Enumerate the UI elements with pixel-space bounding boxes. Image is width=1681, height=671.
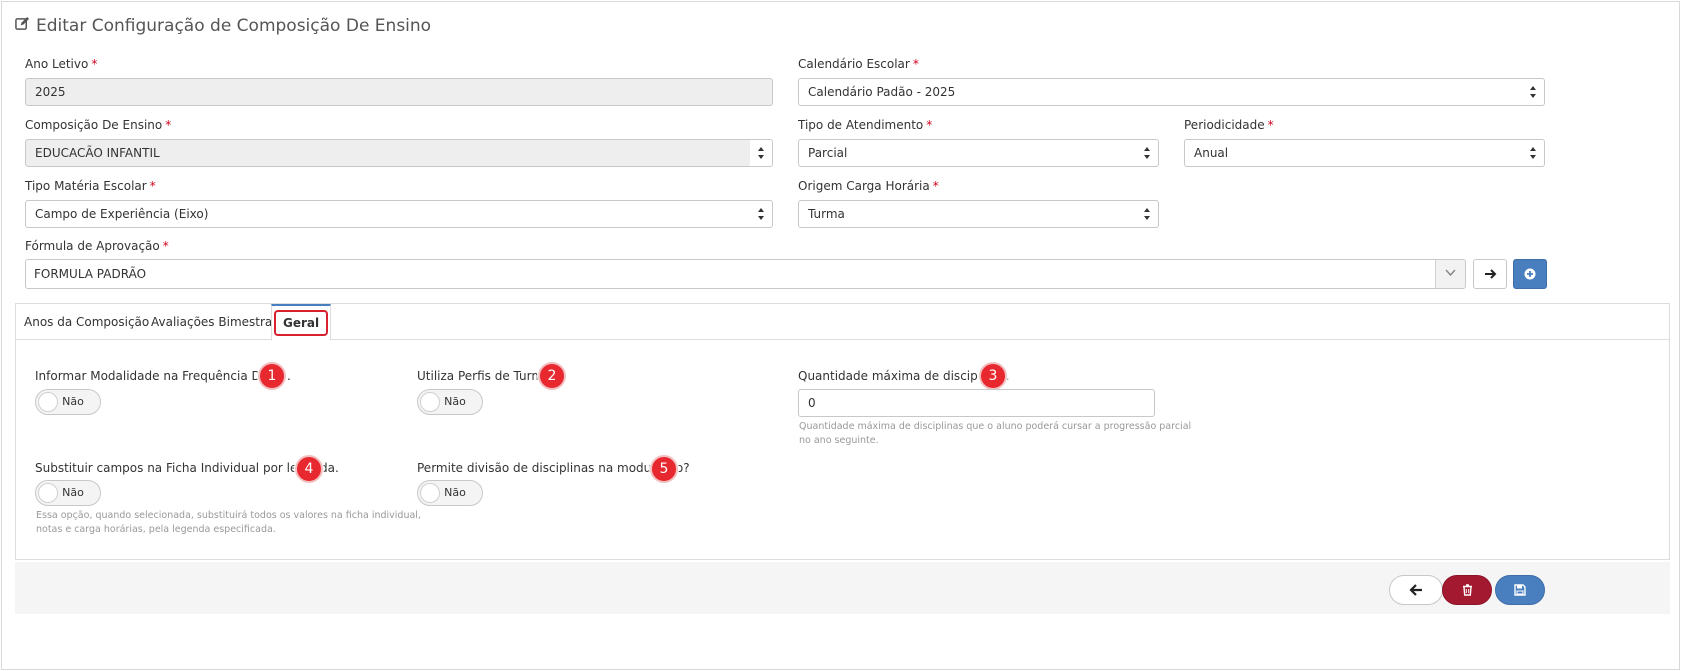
calendario-escolar-select[interactable]: Calendário Padão - 2025 — [798, 78, 1545, 106]
arrow-right-icon — [1484, 269, 1496, 279]
chevron-down-icon — [1445, 269, 1456, 277]
periodicidade-select[interactable]: Anual — [1184, 139, 1545, 167]
trash-icon — [1462, 584, 1472, 596]
save-button[interactable] — [1495, 575, 1545, 605]
tab-avaliacoes-bimestrais[interactable]: Avaliações Bimestrais — [151, 304, 282, 340]
toggle-knob — [420, 483, 440, 503]
composicao-ensino-label: Composição De Ensino — [25, 118, 163, 132]
page-title: Editar Configuração de Composição De Ens… — [15, 16, 431, 36]
calendario-escolar-field: Calendário Escolar * Calendário Padão - 2… — [798, 55, 1545, 107]
modalidade-toggle[interactable]: Não — [35, 389, 101, 415]
back-button[interactable] — [1389, 575, 1443, 605]
select-arrows-icon — [1529, 145, 1537, 161]
tipo-materia-label: Tipo Matéria Escolar — [25, 179, 147, 193]
tipo-atendimento-label: Tipo de Atendimento — [798, 118, 924, 132]
select-arrows-icon — [757, 145, 765, 161]
divisao-modulacao-toggle[interactable]: Não — [417, 480, 483, 506]
origem-carga-field: Origem Carga Horária * Turma — [798, 177, 1159, 229]
combobox-toggle[interactable] — [1435, 260, 1465, 288]
select-arrows-icon — [1143, 206, 1151, 222]
ano-letivo-field: Ano Letivo * 2025 — [25, 55, 773, 107]
periodicidade-label: Periodicidade — [1184, 118, 1265, 132]
callout-badge-2: 2 — [538, 362, 566, 390]
opt-qtd-max-label: Quantidade máxima de disciplinas. — [798, 369, 1010, 383]
formula-go-button[interactable] — [1473, 259, 1507, 289]
arrow-left-icon — [1409, 584, 1422, 596]
select-arrows-icon — [1143, 145, 1151, 161]
tab-bar: Anos da Composição Avaliações Bimestrais… — [16, 304, 1669, 341]
tipo-atendimento-field: Tipo de Atendimento * Parcial — [798, 116, 1159, 168]
delete-button[interactable] — [1442, 575, 1492, 605]
opt-divisao-modulacao-label: Permite divisão de disciplinas na modula… — [417, 461, 690, 475]
tab-anos-composicao[interactable]: Anos da Composição — [24, 304, 149, 340]
formula-aprovacao-combobox[interactable]: FORMULA PADRÃO — [25, 259, 1466, 289]
perfis-turma-toggle[interactable]: Não — [417, 389, 483, 415]
origem-carga-label: Origem Carga Horária — [798, 179, 930, 193]
tipo-atendimento-select[interactable]: Parcial — [798, 139, 1159, 167]
composicao-ensino-select[interactable]: EDUCACÃO INFANTIL — [25, 139, 773, 167]
callout-badge-4: 4 — [295, 455, 323, 483]
tab-geral[interactable]: Geral — [271, 304, 332, 341]
plus-circle-icon — [1524, 268, 1536, 280]
toggle-knob — [38, 483, 58, 503]
periodicidade-field: Periodicidade * Anual — [1184, 116, 1545, 168]
toggle-knob — [420, 392, 440, 412]
select-arrows-icon — [1529, 84, 1537, 100]
ficha-legenda-help: Essa opção, quando selecionada, substitu… — [36, 510, 421, 535]
opt-modalidade-label: Informar Modalidade na Frequência Diária… — [35, 369, 291, 383]
qtd-max-disciplinas-input[interactable]: 0 — [798, 389, 1155, 417]
ficha-legenda-toggle[interactable]: Não — [35, 480, 101, 506]
floppy-disk-icon — [1514, 584, 1526, 596]
footer-actions — [15, 562, 1670, 614]
toggle-knob — [38, 392, 58, 412]
callout-badge-3: 3 — [979, 362, 1007, 390]
callout-badge-1: 1 — [258, 362, 286, 390]
formula-aprovacao-label: Fórmula de Aprovação — [25, 239, 160, 253]
select-arrows-icon — [757, 206, 765, 222]
formula-add-button[interactable] — [1513, 259, 1547, 289]
origem-carga-select[interactable]: Turma — [798, 200, 1159, 228]
page-frame: Editar Configuração de Composição De Ens… — [1, 1, 1680, 670]
ano-letivo-label: Ano Letivo — [25, 57, 89, 71]
edit-icon — [15, 16, 30, 36]
tipo-materia-field: Tipo Matéria Escolar * Campo de Experiênc… — [25, 177, 773, 229]
callout-badge-5: 5 — [650, 455, 678, 483]
page-title-text: Editar Configuração de Composição De Ens… — [36, 16, 432, 36]
qtd-max-help: Quantidade máxima de disciplinas que o a… — [799, 421, 1192, 446]
formula-aprovacao-field: Fórmula de Aprovação * FORMULA PADRÃO — [25, 237, 1466, 289]
opt-perfis-turma-label: Utiliza Perfis de Turma — [417, 369, 551, 383]
tipo-materia-select[interactable]: Campo de Experiência (Eixo) — [25, 200, 773, 228]
opt-ficha-legenda-label: Substituir campos na Ficha Individual po… — [35, 461, 339, 475]
ano-letivo-input[interactable]: 2025 — [25, 78, 773, 106]
calendario-escolar-label: Calendário Escolar — [798, 57, 910, 71]
composicao-ensino-field: Composição De Ensino * EDUCACÃO INFANTIL — [25, 116, 773, 168]
